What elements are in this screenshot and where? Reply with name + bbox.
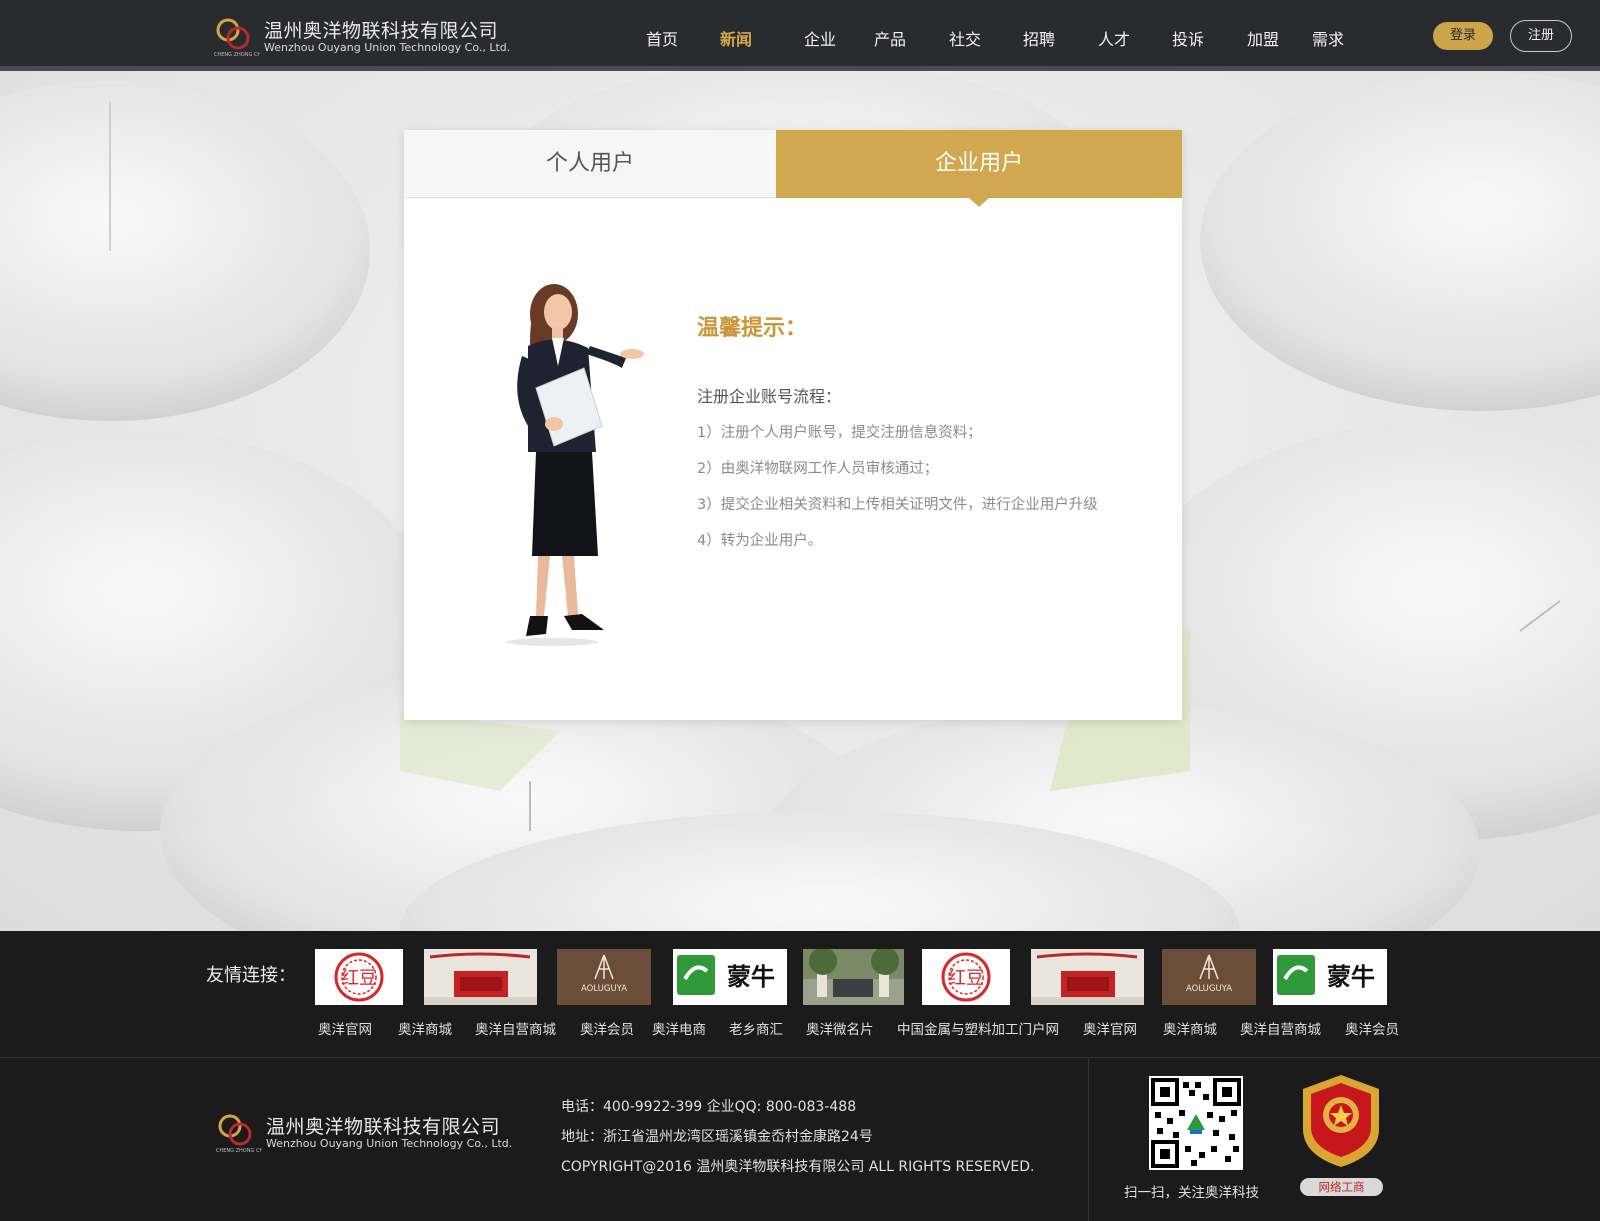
hongdou-logo-icon: 红豆 <box>334 952 384 1002</box>
friend-links-title: 友情连接： <box>206 965 296 986</box>
logo-mark-icon: CHENG ZHONG CHENG <box>216 1114 262 1154</box>
friend-logo-storefront-2[interactable] <box>1031 949 1144 1005</box>
footer-company-name-cn: 温州奥洋物联科技有限公司 <box>266 1116 501 1138</box>
tip-title: 温馨提示： <box>697 316 808 341</box>
nav-item-talent[interactable]: 人才 <box>1098 26 1130 50</box>
friend-logo-mengniu[interactable]: 蒙牛 <box>673 949 787 1005</box>
header-logo[interactable]: CHENG ZHONG CHENG 温州奥洋物联科技有限公司 Wenzhou O… <box>212 14 512 58</box>
register-button[interactable]: 注册 <box>1510 20 1572 52</box>
nav-item-products[interactable]: 产品 <box>874 26 906 50</box>
site-footer: CHENG ZHONG CHENG 温州奥洋物联科技有限公司 Wenzhou O… <box>0 1058 1600 1221</box>
wechat-qr-code <box>1149 1076 1243 1170</box>
friend-link-label[interactable]: 老乡商汇 <box>729 1018 783 1038</box>
friend-link-label[interactable]: 奥洋会员 <box>1345 1018 1399 1038</box>
svg-text:蒙牛: 蒙牛 <box>727 963 775 991</box>
footer-contact: 电话：400-9922-399 企业QQ: 800-083-488 <box>561 1099 857 1115</box>
user-type-tabs: 个人用户 企业用户 <box>404 130 1182 207</box>
friend-links-section: 友情连接： 红豆 AOLUGUYA 蒙牛 红豆 AOLUGUYA 蒙牛 奥洋官网… <box>0 931 1600 1058</box>
friend-link-label[interactable]: 奥洋会员 <box>580 1018 634 1038</box>
footer-company-name-en: Wenzhou Ouyang Union Technology Co., Ltd… <box>266 1137 513 1150</box>
process-intro: 注册企业账号流程： <box>697 387 842 406</box>
gate-photo-icon <box>803 949 904 1005</box>
svg-text:AOLUGUYA: AOLUGUYA <box>581 984 627 994</box>
friend-logo-storefront[interactable] <box>424 949 537 1005</box>
friend-link-label[interactable]: 奥洋电商 <box>652 1018 706 1038</box>
logo-mark-icon: CHENG ZHONG CHENG <box>214 18 260 58</box>
process-step-3: 3）提交企业相关资料和上传相关证明文件，进行企业用户升级 <box>697 497 1098 513</box>
footer-vertical-divider <box>1088 1058 1089 1221</box>
hongdou-logo-icon: 红豆 <box>941 952 991 1002</box>
friend-link-label[interactable]: 奥洋商城 <box>1163 1018 1217 1038</box>
footer-logo[interactable]: CHENG ZHONG CHENG 温州奥洋物联科技有限公司 Wenzhou O… <box>214 1110 514 1154</box>
mengniu-logo-icon: 蒙牛 <box>677 955 775 995</box>
friend-link-label[interactable]: 奥洋商城 <box>398 1018 452 1038</box>
business-license-badge-icon[interactable] <box>1293 1071 1389 1171</box>
qr-code-icon <box>1151 1078 1241 1168</box>
friend-logo-mengniu-2[interactable]: 蒙牛 <box>1273 949 1387 1005</box>
badge-label: 网络工商 <box>1300 1178 1383 1196</box>
nav-item-demand[interactable]: 需求 <box>1312 26 1344 50</box>
qr-caption: 扫一扫，关注奥洋科技 <box>1124 1185 1259 1201</box>
svg-text:蒙牛: 蒙牛 <box>1327 963 1375 991</box>
nav-item-franchise[interactable]: 加盟 <box>1247 26 1279 50</box>
friend-link-label[interactable]: 奥洋官网 <box>318 1018 372 1038</box>
friend-logo-hongdou-2[interactable]: 红豆 <box>922 949 1010 1005</box>
footer-address: 地址：浙江省温州龙湾区瑶溪镇金岙村金康路24号 <box>561 1129 873 1145</box>
tab-enterprise-user[interactable]: 企业用户 <box>776 130 1182 198</box>
mengniu-logo-icon: 蒙牛 <box>1277 955 1375 995</box>
footer-copyright: COPYRIGHT@2016 温州奥洋物联科技有限公司 ALL RIGHTS R… <box>561 1159 1035 1175</box>
registration-tips-card: 个人用户 企业用户 温馨提示： 注册企业账号流程： 1）注册个人用户账号，提交注… <box>404 130 1182 720</box>
nav-item-complaint[interactable]: 投诉 <box>1172 26 1204 50</box>
friend-logo-hongdou[interactable]: 红豆 <box>315 949 403 1005</box>
friend-logo-gate[interactable] <box>803 949 904 1005</box>
nav-item-enterprise[interactable]: 企业 <box>804 26 836 50</box>
storefront-banner-icon <box>1031 949 1144 1005</box>
tab-personal-user[interactable]: 个人用户 <box>404 130 776 198</box>
svg-text:CHENG ZHONG CHENG: CHENG ZHONG CHENG <box>214 52 260 58</box>
process-step-4: 4）转为企业用户。 <box>697 533 823 549</box>
nav-item-social[interactable]: 社交 <box>949 26 981 50</box>
friend-link-label[interactable]: 奥洋自营商城 <box>475 1018 556 1038</box>
active-tab-pointer <box>969 198 989 207</box>
svg-text:红豆: 红豆 <box>948 968 984 989</box>
nav-item-recruit[interactable]: 招聘 <box>1023 26 1055 50</box>
process-step-2: 2）由奥洋物联网工作人员审核通过； <box>697 461 939 477</box>
svg-text:AOLUGUYA: AOLUGUYA <box>1186 984 1232 994</box>
svg-text:CHENG ZHONG CHENG: CHENG ZHONG CHENG <box>216 1148 262 1154</box>
friend-link-label[interactable]: 奥洋微名片 <box>806 1018 874 1038</box>
header-company-name-en: Wenzhou Ouyang Union Technology Co., Ltd… <box>264 41 511 54</box>
friend-logo-aoluguya[interactable]: AOLUGUYA <box>557 949 651 1005</box>
businesswoman-illustration <box>506 284 644 646</box>
process-step-1: 1）注册个人用户账号，提交注册信息资料； <box>697 425 982 441</box>
top-header: CHENG ZHONG CHENG 温州奥洋物联科技有限公司 Wenzhou O… <box>0 0 1600 66</box>
aoluguya-logo-icon: AOLUGUYA <box>1186 954 1232 994</box>
storefront-banner-icon <box>424 949 537 1005</box>
login-button[interactable]: 登录 <box>1433 22 1493 50</box>
header-company-name-cn: 温州奥洋物联科技有限公司 <box>264 20 499 42</box>
friend-logo-aoluguya-2[interactable]: AOLUGUYA <box>1162 949 1256 1005</box>
svg-text:红豆: 红豆 <box>341 968 377 989</box>
friend-link-label[interactable]: 奥洋自营商城 <box>1240 1018 1321 1038</box>
aoluguya-logo-icon: AOLUGUYA <box>581 954 627 994</box>
nav-item-home[interactable]: 首页 <box>646 26 678 50</box>
friend-link-label[interactable]: 奥洋官网 <box>1083 1018 1137 1038</box>
friend-link-label[interactable]: 中国金属与塑料加工门户网 <box>897 1018 1059 1038</box>
nav-item-news[interactable]: 新闻 <box>720 26 752 50</box>
